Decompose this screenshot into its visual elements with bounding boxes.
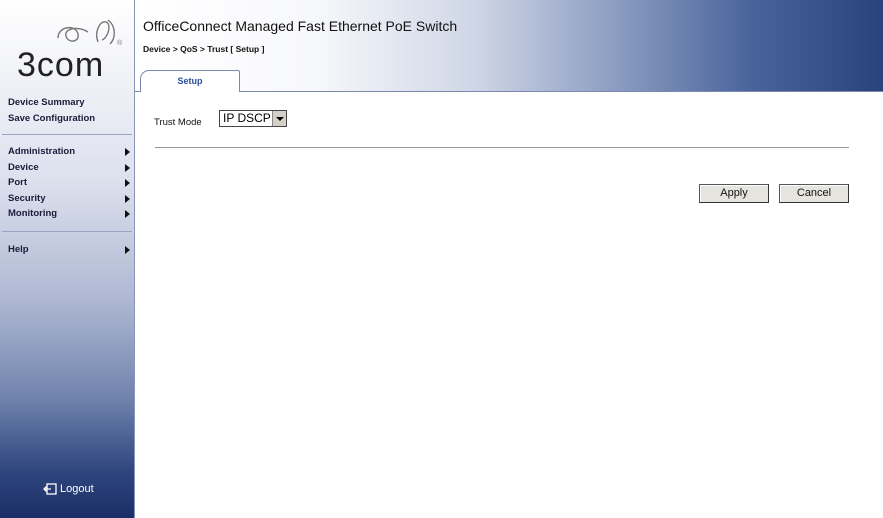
tab-setup[interactable]: Setup xyxy=(140,70,240,92)
arrow-right-icon xyxy=(125,195,130,203)
tab-baseline xyxy=(135,91,883,92)
device-summary-link[interactable]: Device Summary xyxy=(8,97,85,108)
apply-button[interactable]: Apply xyxy=(699,184,769,203)
svg-text:®: ® xyxy=(117,39,123,47)
arrow-right-icon xyxy=(125,164,130,172)
content-divider xyxy=(155,147,849,148)
logout-label: Logout xyxy=(60,483,94,495)
cancel-button[interactable]: Cancel xyxy=(779,184,849,203)
menu-item-help[interactable]: Help xyxy=(8,244,132,258)
menu-item-device[interactable]: Device xyxy=(8,162,132,176)
menu-item-label: Device xyxy=(8,162,39,173)
menu-item-monitoring[interactable]: Monitoring xyxy=(8,208,132,222)
app-title: OfficeConnect Managed Fast Ethernet PoE … xyxy=(143,18,458,34)
menu-item-administration[interactable]: Administration xyxy=(8,146,132,160)
logout-icon xyxy=(43,483,57,495)
menu-item-label: Help xyxy=(8,244,29,255)
menu-item-port[interactable]: Port xyxy=(8,177,132,191)
logout-button[interactable]: Logout xyxy=(43,483,94,495)
trust-mode-select[interactable]: IP DSCP xyxy=(219,110,287,127)
arrow-right-icon xyxy=(125,246,130,254)
header-banner: OfficeConnect Managed Fast Ethernet PoE … xyxy=(135,0,883,92)
menu-item-label: Monitoring xyxy=(8,208,58,219)
menu-item-security[interactable]: Security xyxy=(8,193,132,207)
trust-mode-value: IP DSCP xyxy=(223,111,271,125)
logo: ® 3com xyxy=(0,14,135,92)
menu-item-label: Security xyxy=(8,193,46,204)
logo-swirl-icon: ® xyxy=(57,19,123,47)
sidebar-divider xyxy=(2,231,132,232)
logo-text: 3com xyxy=(17,46,105,84)
save-configuration-link[interactable]: Save Configuration xyxy=(8,113,95,124)
arrow-right-icon xyxy=(125,210,130,218)
menu-item-label: Port xyxy=(8,177,27,188)
sidebar-divider xyxy=(2,134,132,135)
trust-mode-label: Trust Mode xyxy=(154,117,202,128)
arrow-right-icon xyxy=(125,148,130,156)
sidebar: ® 3com Device Summary Save Configuration… xyxy=(0,0,135,518)
breadcrumb: Device > QoS > Trust [ Setup ] xyxy=(143,44,265,54)
menu-item-label: Administration xyxy=(8,146,76,157)
chevron-down-icon[interactable] xyxy=(272,111,286,126)
arrow-right-icon xyxy=(125,179,130,187)
